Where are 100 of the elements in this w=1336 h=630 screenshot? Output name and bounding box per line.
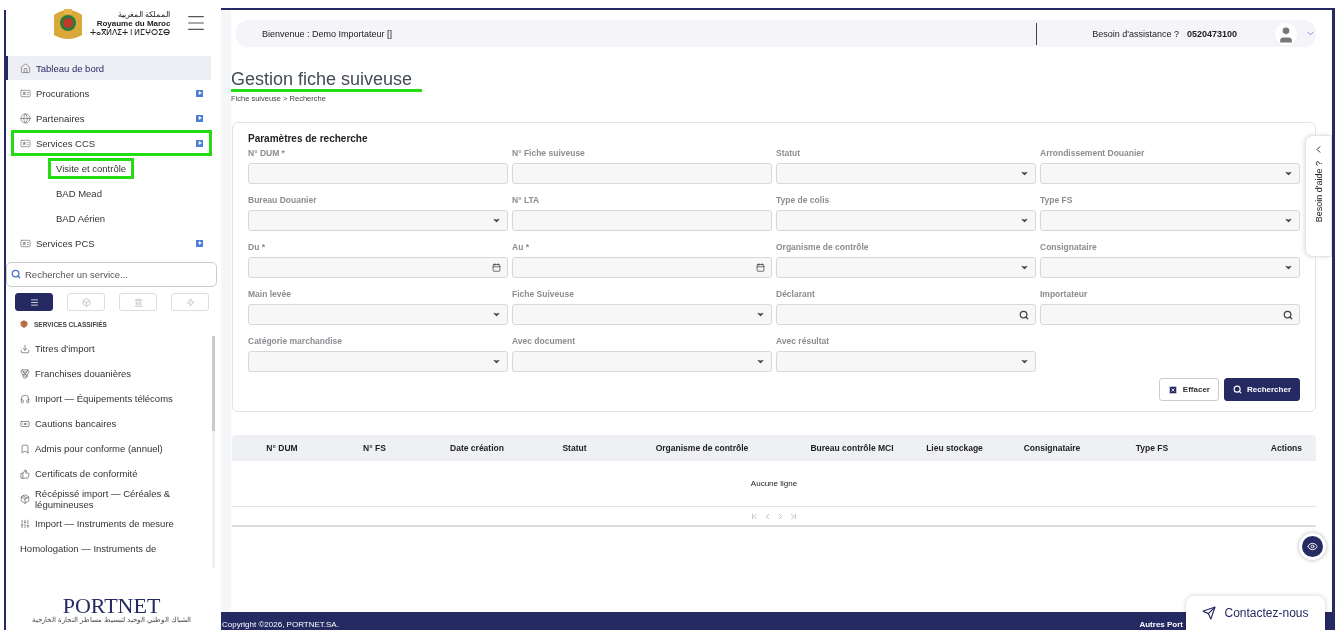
expand-icon[interactable] xyxy=(196,89,203,97)
bookmark-icon xyxy=(20,443,30,454)
field-label: Type de colis xyxy=(776,195,831,205)
select-field[interactable] xyxy=(1040,163,1300,184)
service-item[interactable]: Certificats de conformité xyxy=(20,461,212,486)
globe-icon xyxy=(20,112,31,124)
select-field[interactable] xyxy=(1040,257,1300,278)
field-label: N° DUM * xyxy=(248,148,286,158)
column-header: N° FS xyxy=(362,443,387,453)
search-field[interactable] xyxy=(776,304,1036,325)
medal-icon xyxy=(20,368,30,379)
page-title: Gestion fiche suiveuse xyxy=(231,69,423,92)
sidebar-item[interactable]: Services PCS xyxy=(12,231,211,255)
search-icon xyxy=(1019,309,1029,320)
id-card-icon xyxy=(20,237,31,249)
expand-icon[interactable] xyxy=(196,139,203,147)
sidebar-item[interactable]: Partenaires xyxy=(12,106,211,130)
phone-number: 0520473100 xyxy=(1186,28,1237,39)
play-icon xyxy=(197,91,202,95)
bank-icon xyxy=(133,297,143,307)
field-label: Statut xyxy=(776,148,802,158)
select-field[interactable] xyxy=(248,210,508,231)
field-label: Fiche Suiveuse xyxy=(512,289,575,299)
view-tab[interactable] xyxy=(15,293,53,311)
avatar-icon[interactable] xyxy=(1275,22,1297,45)
submenu-item[interactable]: BAD Mead xyxy=(48,183,110,204)
clear-button[interactable]: Effacer xyxy=(1158,378,1219,401)
footer-link[interactable]: Autres Port xyxy=(1139,620,1183,629)
service-item[interactable]: Franchises douanières xyxy=(20,361,212,386)
select-field[interactable] xyxy=(248,351,508,372)
column-header: N° DUM xyxy=(265,443,299,453)
select-field[interactable] xyxy=(776,163,1036,184)
submenu-item[interactable]: BAD Aérien xyxy=(48,208,114,229)
select-field[interactable] xyxy=(776,257,1036,278)
service-item[interactable]: Import — Équipements télécoms xyxy=(20,386,212,411)
play-icon xyxy=(197,116,202,120)
date-field[interactable] xyxy=(512,257,772,278)
sidebar-item[interactable]: Procurations xyxy=(12,81,211,105)
service-item[interactable]: Import — Instruments de mesure xyxy=(20,511,212,536)
select-field[interactable] xyxy=(776,210,1036,231)
column-header: Lieu stockage xyxy=(925,443,984,453)
service-item[interactable]: Cautions bancaires xyxy=(20,411,212,436)
sidebar-item[interactable]: Tableau de bord xyxy=(6,56,211,80)
service-item[interactable]: Homologation — Instruments de xyxy=(20,536,212,561)
text-field[interactable] xyxy=(512,210,772,231)
clear-icon xyxy=(1167,384,1178,395)
expand-icon[interactable] xyxy=(196,239,203,247)
select-field[interactable] xyxy=(776,351,1036,372)
previous-page-icon[interactable] xyxy=(763,511,772,521)
search-icon xyxy=(11,269,21,279)
dropdown-caret-icon xyxy=(756,357,765,366)
dropdown-caret-icon xyxy=(492,357,501,366)
dropdown-caret-icon xyxy=(1284,169,1293,178)
last-page-icon[interactable] xyxy=(789,511,798,521)
thumbs-up-icon xyxy=(20,468,30,479)
play-icon xyxy=(197,241,202,245)
copyright-text: Copyright ©2026, PORTNET.SA. xyxy=(222,620,339,629)
sliders-icon xyxy=(20,518,30,529)
contact-button[interactable]: Contactez-nous xyxy=(1186,596,1325,630)
calendar-icon xyxy=(756,263,765,272)
search-button[interactable]: Rechercher xyxy=(1223,378,1300,401)
sidebar-item[interactable]: Services CCS xyxy=(12,131,211,155)
service-item[interactable]: Récépissé import — Céréales & légumineuses xyxy=(20,486,212,511)
dropdown-caret-icon xyxy=(1020,357,1029,366)
calendar-icon xyxy=(492,263,501,272)
search-field[interactable] xyxy=(1040,304,1300,325)
select-field[interactable] xyxy=(512,304,772,325)
headphones-icon xyxy=(20,393,30,404)
first-page-icon[interactable] xyxy=(750,511,759,521)
service-item[interactable]: Admis pour conforme (annuel) xyxy=(20,436,212,461)
search-icon xyxy=(1232,385,1242,394)
select-field[interactable] xyxy=(512,351,772,372)
field-label: Type FS xyxy=(1040,195,1074,205)
package-icon xyxy=(20,493,30,504)
dropdown-caret-icon xyxy=(492,310,501,319)
expand-icon[interactable] xyxy=(196,114,203,122)
column-header: Date création xyxy=(449,443,505,453)
field-label: N° LTA xyxy=(512,195,541,205)
eye-icon xyxy=(1307,541,1318,552)
service-item[interactable]: Titres d'import xyxy=(20,336,212,361)
column-header: Type FS xyxy=(1134,443,1170,453)
dropdown-caret-icon xyxy=(1020,216,1029,225)
id-card-icon xyxy=(20,87,31,99)
text-field[interactable] xyxy=(512,163,772,184)
list-icon xyxy=(29,297,39,307)
select-field[interactable] xyxy=(1040,210,1300,231)
dropdown-caret-icon xyxy=(756,310,765,319)
select-field[interactable] xyxy=(248,304,508,325)
help-tab[interactable]: Besoin d'aide ? xyxy=(1305,135,1332,257)
dropdown-caret-icon xyxy=(1020,263,1029,272)
next-page-icon[interactable] xyxy=(776,511,785,521)
service-search-field[interactable]: Rechercher un service... xyxy=(6,262,217,287)
text-field[interactable] xyxy=(248,163,508,184)
field-label: Organisme de contrôle xyxy=(776,242,870,252)
brand-tifinagh-text: ⵜⴰⴳⵍⴷⵉⵜ ⵏ ⵍⵎⵖⵔⵉⴱ xyxy=(90,27,171,37)
submenu-item[interactable]: Visite et contrôle xyxy=(48,158,135,179)
scrollbar-thumb[interactable] xyxy=(212,336,215,431)
date-field[interactable] xyxy=(248,257,508,278)
field-label: Au * xyxy=(512,242,530,252)
box-icon xyxy=(81,297,91,307)
